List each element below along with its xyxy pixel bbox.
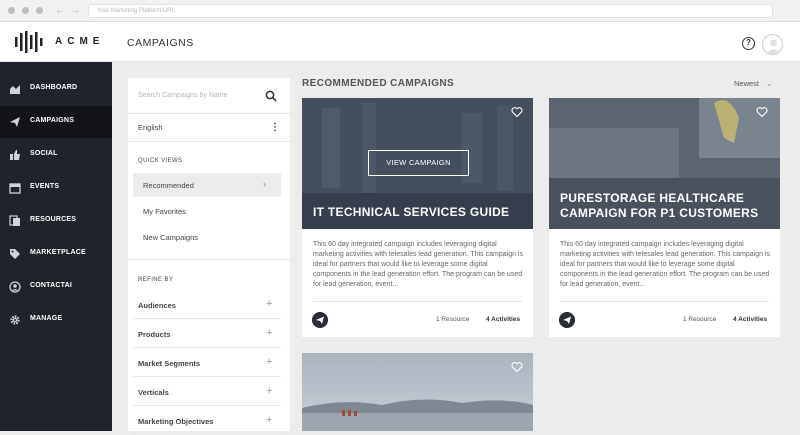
- browser-chrome: ← → Your Marketing Platform URL: [0, 0, 800, 22]
- tag-icon: [10, 249, 20, 259]
- refine-by-heading: REFINE BY: [138, 277, 174, 283]
- activity-count: 4 Activities: [733, 316, 768, 323]
- sidebar-item-campaigns[interactable]: CAMPAIGNS: [0, 106, 112, 138]
- sidebar-item-manage[interactable]: MANAGE: [0, 304, 112, 336]
- user-avatar-icon: [766, 39, 781, 54]
- sidebar-item-resources[interactable]: RESOURCES: [0, 205, 112, 237]
- page-title: CAMPAIGNS: [127, 37, 194, 49]
- divider: [560, 301, 769, 302]
- heart-icon[interactable]: [511, 361, 523, 373]
- plus-icon[interactable]: +: [266, 385, 272, 397]
- sort-dropdown[interactable]: Newest ⌄: [734, 79, 772, 88]
- sidebar-item-dashboard[interactable]: DASHBOARD: [0, 73, 112, 105]
- quick-view-label: New Campaigns: [143, 233, 199, 242]
- view-campaign-button[interactable]: VIEW CAMPAIGN: [368, 150, 469, 176]
- chevron-down-icon: ⌄: [766, 79, 773, 88]
- sidebar-item-label: DASHBOARD: [30, 84, 78, 91]
- refine-verticals[interactable]: Verticals +: [133, 378, 281, 406]
- plus-icon[interactable]: +: [266, 327, 272, 339]
- paper-plane-icon: [10, 117, 20, 127]
- sort-label: Newest: [734, 79, 760, 88]
- quick-view-label: Recommended: [143, 181, 194, 190]
- campaign-image: [302, 353, 533, 431]
- campaign-card[interactable]: VIEW CAMPAIGN IT TECHNICAL SERVICES GUID…: [302, 98, 533, 337]
- refine-label: Audiences: [138, 301, 176, 310]
- thumbs-up-icon: [10, 150, 20, 160]
- quick-view-new-campaigns[interactable]: New Campaigns: [133, 225, 281, 249]
- sidebar-item-label: MARKETPLACE: [30, 249, 86, 256]
- card-title-line-1: PURESTORAGE HEALTHCARE: [560, 191, 745, 205]
- search-input[interactable]: Search Campaigns by Name: [138, 92, 228, 99]
- acme-logo-icon: [15, 31, 43, 53]
- card-description: This 60 day integrated campaign includes…: [313, 241, 523, 288]
- card-title-line-2: CAMPAIGN FOR P1 CUSTOMERS: [560, 206, 759, 220]
- plus-icon[interactable]: +: [266, 356, 272, 368]
- back-arrow-icon[interactable]: ←: [55, 4, 65, 17]
- divider: [313, 301, 522, 302]
- divider: [128, 259, 290, 260]
- sidebar-item-social[interactable]: SOCIAL: [0, 139, 112, 171]
- section-title: RECOMMENDED CAMPAIGNS: [302, 78, 455, 89]
- window-minimize-dot[interactable]: [22, 7, 29, 14]
- sidebar-item-label: RESOURCES: [30, 216, 77, 223]
- refine-market-segments[interactable]: Market Segments +: [133, 349, 281, 377]
- calendar-icon: [9, 183, 21, 194]
- heart-icon[interactable]: [511, 106, 523, 118]
- paper-plane-icon: [312, 312, 328, 328]
- kebab-menu-icon[interactable]: [271, 121, 279, 133]
- gear-icon: [10, 315, 20, 325]
- activity-count: 4 Activities: [486, 316, 521, 323]
- sidebar-item-marketplace[interactable]: MARKETPLACE: [0, 238, 112, 270]
- refine-label: Market Segments: [138, 359, 201, 368]
- card-title: IT TECHNICAL SERVICES GUIDE: [313, 205, 510, 219]
- language-value: English: [138, 123, 163, 132]
- search-box[interactable]: Search Campaigns by Name: [128, 78, 290, 114]
- plus-icon[interactable]: +: [266, 298, 272, 310]
- sidebar-item-label: EVENTS: [30, 183, 60, 190]
- resources-icon: [9, 215, 20, 226]
- language-select[interactable]: English: [128, 114, 290, 142]
- sidebar-item-events[interactable]: EVENTS: [0, 172, 112, 204]
- sidebar-item-label: CONTACTAI: [30, 282, 72, 289]
- plus-icon[interactable]: +: [266, 414, 272, 426]
- quick-view-label: My Favorites: [143, 207, 186, 216]
- url-bar[interactable]: Your Marketing Platform URL: [88, 4, 773, 18]
- sidebar-item-contactai[interactable]: CONTACTAI: [0, 271, 112, 303]
- sidebar-item-label: MANAGE: [30, 315, 63, 322]
- refine-products[interactable]: Products +: [133, 320, 281, 348]
- heart-icon[interactable]: [756, 106, 768, 118]
- sidebar-item-label: SOCIAL: [30, 150, 58, 157]
- refine-audiences[interactable]: Audiences +: [133, 291, 281, 319]
- paper-plane-icon: [559, 312, 575, 328]
- search-icon[interactable]: [265, 90, 277, 102]
- chart-icon: [10, 85, 20, 94]
- refine-label: Marketing Objectives: [138, 417, 214, 426]
- quick-view-recommended[interactable]: Recommended ›: [133, 173, 281, 197]
- window-close-dot[interactable]: [8, 7, 15, 14]
- sidebar: DASHBOARD CAMPAIGNS SOCIAL EVENTS RESOUR…: [0, 62, 112, 431]
- resource-count: 1 Resource: [436, 316, 470, 323]
- campaign-card[interactable]: [302, 353, 533, 431]
- sidebar-item-label: CAMPAIGNS: [30, 117, 75, 124]
- help-icon[interactable]: ?: [742, 37, 755, 50]
- refine-label: Products: [138, 330, 171, 339]
- quick-view-my-favorites[interactable]: My Favorites: [133, 199, 281, 223]
- avatar[interactable]: [762, 34, 783, 55]
- resource-count: 1 Resource: [683, 316, 717, 323]
- quick-views-heading: QUICK VIEWS: [138, 158, 183, 164]
- app-header: ACME CAMPAIGNS ?: [0, 22, 800, 62]
- card-description: This 60 day integrated campaign includes…: [560, 241, 770, 288]
- window-maximize-dot[interactable]: [36, 7, 43, 14]
- chevron-right-icon: ›: [263, 179, 266, 189]
- campaign-card[interactable]: PURESTORAGE HEALTHCARE CAMPAIGN FOR P1 C…: [549, 98, 780, 337]
- forward-arrow-icon[interactable]: →: [70, 4, 80, 17]
- filter-panel: Search Campaigns by Name English QUICK V…: [128, 78, 290, 435]
- refine-label: Verticals: [138, 388, 169, 397]
- contact-icon: [9, 281, 21, 293]
- brand-name: ACME: [55, 36, 105, 47]
